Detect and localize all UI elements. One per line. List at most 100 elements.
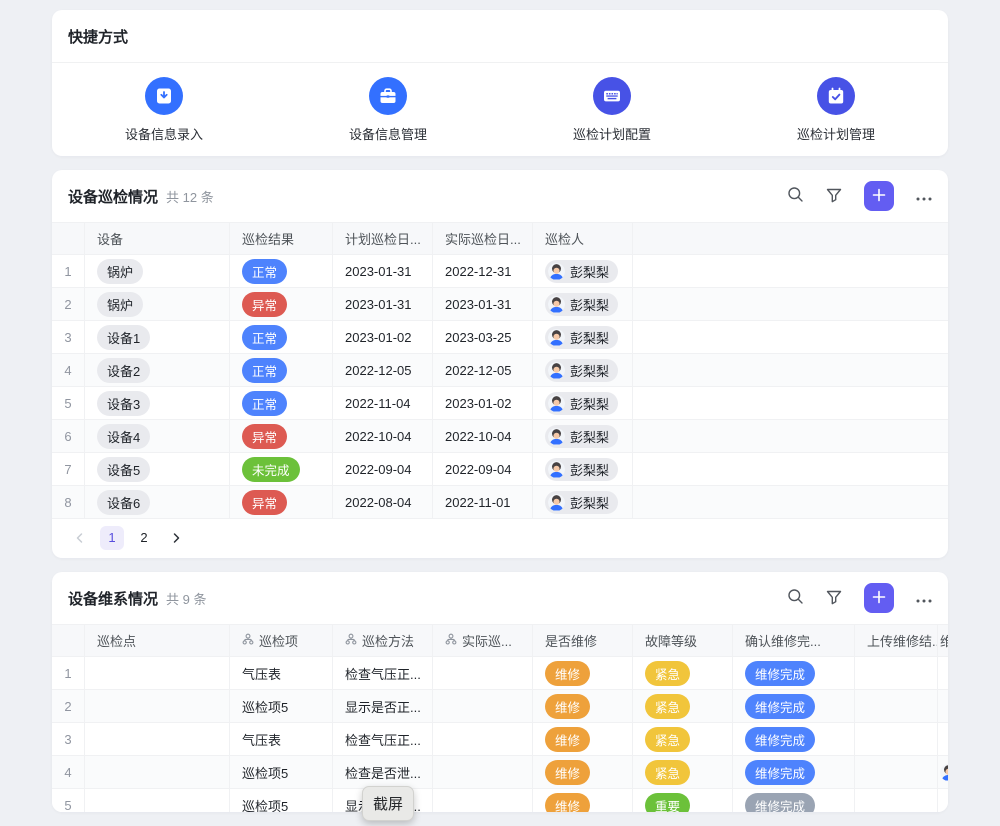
table-cell[interactable]: [855, 723, 938, 755]
table-cell[interactable]: 设备3: [85, 387, 230, 419]
table-cell[interactable]: 7: [52, 453, 85, 485]
table-cell[interactable]: 2023-01-02: [333, 321, 433, 353]
table-cell[interactable]: 2022-10-04: [433, 420, 533, 452]
shortcut-device-info-manage[interactable]: 设备信息管理: [276, 77, 500, 143]
page-number-button[interactable]: 2: [132, 526, 156, 550]
table-cell[interactable]: 1: [52, 657, 85, 689]
table-cell[interactable]: 2022-09-04: [333, 453, 433, 485]
table-cell[interactable]: 2022-09-04: [433, 453, 533, 485]
table-cell[interactable]: 维修: [533, 657, 633, 689]
table-cell[interactable]: [433, 690, 533, 722]
column-header[interactable]: 故障等级: [633, 625, 733, 656]
table-cell[interactable]: 2022-12-05: [433, 354, 533, 386]
column-header[interactable]: 维修人: [938, 625, 948, 656]
table-cell[interactable]: 重要: [633, 789, 733, 812]
table-cell[interactable]: 彭梨梨: [533, 486, 633, 518]
table-cell[interactable]: 1: [52, 255, 85, 287]
column-header[interactable]: 巡检项: [230, 625, 333, 656]
table-cell[interactable]: 4: [52, 354, 85, 386]
table-cell[interactable]: 2022-11-01: [433, 486, 533, 518]
search-button[interactable]: [787, 588, 804, 608]
more-button[interactable]: [916, 189, 932, 204]
table-cell[interactable]: 维修: [533, 789, 633, 812]
table-cell[interactable]: 紧急: [633, 657, 733, 689]
table-cell[interactable]: 彭梨梨: [533, 420, 633, 452]
table-cell[interactable]: 设备4: [85, 420, 230, 452]
table-cell[interactable]: 2023-01-31: [333, 255, 433, 287]
table-cell[interactable]: 维修完成: [733, 789, 855, 812]
table-cell[interactable]: [85, 657, 230, 689]
table-cell[interactable]: 维修完成: [733, 723, 855, 755]
table-cell[interactable]: 检查气压正...: [333, 723, 433, 755]
table-cell[interactable]: 2022-10-04: [333, 420, 433, 452]
table-cell[interactable]: 设备2: [85, 354, 230, 386]
table-cell[interactable]: 维修完成: [733, 690, 855, 722]
table-cell[interactable]: 维修完成: [733, 657, 855, 689]
add-record-button[interactable]: [864, 181, 894, 211]
table-cell[interactable]: [85, 756, 230, 788]
table-cell[interactable]: 紧急: [633, 690, 733, 722]
column-header[interactable]: 是否维修: [533, 625, 633, 656]
table-cell[interactable]: 显示是否正...: [333, 690, 433, 722]
column-header[interactable]: 计划巡检日...: [333, 223, 433, 254]
table-cell[interactable]: 巡检项5: [230, 789, 333, 812]
table-cell[interactable]: 正常: [230, 387, 333, 419]
table-cell[interactable]: 2023-01-31: [333, 288, 433, 320]
table-cell[interactable]: [633, 288, 948, 320]
table-cell[interactable]: 设备6: [85, 486, 230, 518]
table-cell[interactable]: 3: [52, 723, 85, 755]
table-cell[interactable]: [938, 723, 948, 755]
table-cell[interactable]: 2022-11-04: [333, 387, 433, 419]
table-cell[interactable]: 5: [52, 789, 85, 812]
table-cell[interactable]: 异常: [230, 420, 333, 452]
column-header[interactable]: [633, 223, 948, 254]
table-cell[interactable]: 2023-03-25: [433, 321, 533, 353]
column-header[interactable]: 巡检方法: [333, 625, 433, 656]
column-header[interactable]: 巡检点: [85, 625, 230, 656]
table-cell[interactable]: 检查是否泄...: [333, 756, 433, 788]
table-cell[interactable]: 气压表: [230, 657, 333, 689]
shortcut-inspection-plan-manage[interactable]: 巡检计划管理: [724, 77, 948, 143]
table-cell[interactable]: [633, 420, 948, 452]
shortcut-device-info-entry[interactable]: 设备信息录入: [52, 77, 276, 143]
table-cell[interactable]: 维修: [533, 723, 633, 755]
table-cell[interactable]: 检查气压正...: [333, 657, 433, 689]
table-cell[interactable]: 4: [52, 756, 85, 788]
table-cell[interactable]: 6: [52, 420, 85, 452]
prev-page-button[interactable]: [68, 526, 92, 550]
table-cell[interactable]: 正常: [230, 255, 333, 287]
table-cell[interactable]: [85, 723, 230, 755]
table-cell[interactable]: 巡检项5: [230, 690, 333, 722]
table-cell[interactable]: 紧急: [633, 756, 733, 788]
filter-button[interactable]: [826, 589, 842, 608]
table-cell[interactable]: 彭梨梨: [533, 321, 633, 353]
table-cell[interactable]: 2: [52, 288, 85, 320]
table-cell[interactable]: 维修: [533, 690, 633, 722]
table-cell[interactable]: [433, 756, 533, 788]
next-page-button[interactable]: [164, 526, 188, 550]
table-cell[interactable]: [938, 690, 948, 722]
column-header[interactable]: 实际巡...: [433, 625, 533, 656]
table-cell[interactable]: 巡检项5: [230, 756, 333, 788]
table-cell[interactable]: [938, 657, 948, 689]
search-button[interactable]: [787, 186, 804, 206]
table-cell[interactable]: 维修完成: [733, 756, 855, 788]
table-cell[interactable]: 彭梨梨: [533, 354, 633, 386]
table-cell[interactable]: 彭梨梨: [533, 255, 633, 287]
table-cell[interactable]: [633, 387, 948, 419]
shortcut-inspection-plan-config[interactable]: 巡检计划配置: [500, 77, 724, 143]
table-cell[interactable]: 正常: [230, 354, 333, 386]
table-cell[interactable]: [855, 657, 938, 689]
add-record-button[interactable]: [864, 583, 894, 613]
table-cell[interactable]: [433, 657, 533, 689]
table-cell[interactable]: [633, 354, 948, 386]
table-cell[interactable]: 设备1: [85, 321, 230, 353]
column-header[interactable]: 上传维修结...: [855, 625, 938, 656]
table-cell[interactable]: 5: [52, 387, 85, 419]
column-header[interactable]: 确认维修完...: [733, 625, 855, 656]
table-cell[interactable]: [633, 255, 948, 287]
table-cell[interactable]: 2022-08-04: [333, 486, 433, 518]
table-cell[interactable]: [855, 756, 938, 788]
table-cell[interactable]: 8: [52, 486, 85, 518]
table-cell[interactable]: [433, 789, 533, 812]
